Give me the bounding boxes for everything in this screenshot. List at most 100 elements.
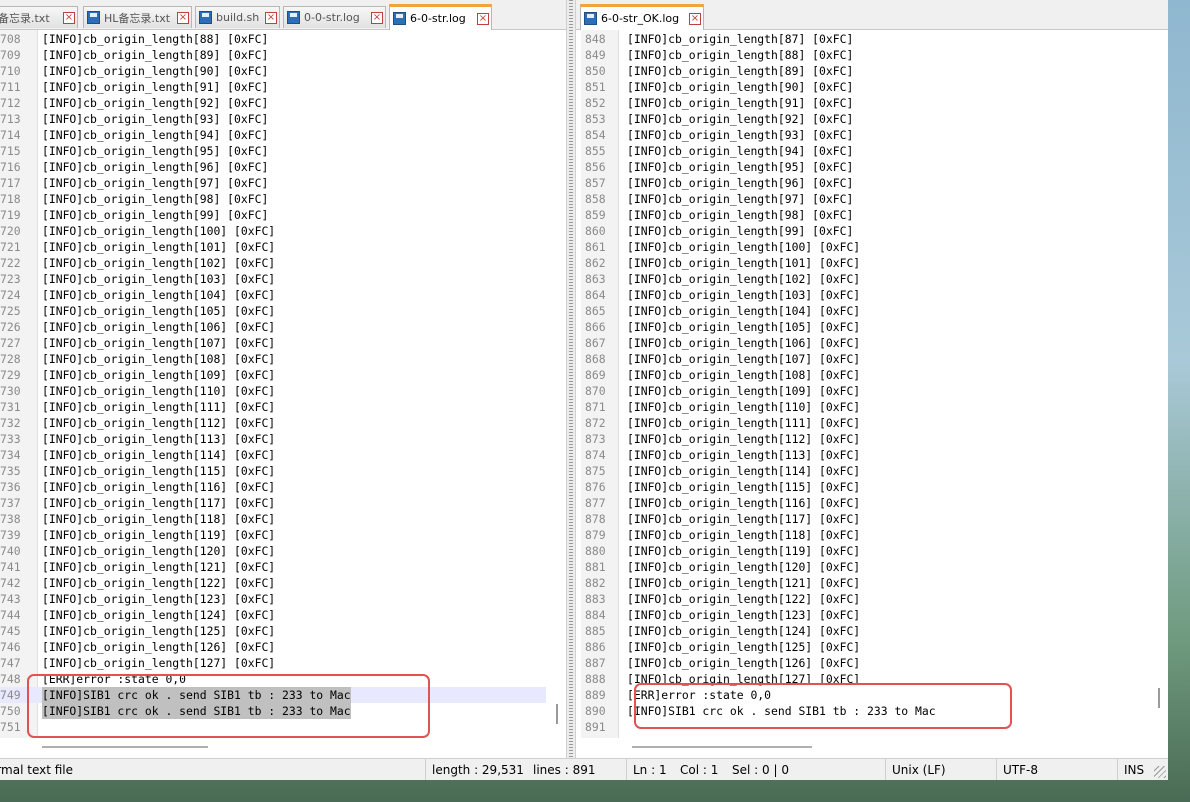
text-line[interactable]: 880 [INFO]cb_origin_length[119] [0xFC] <box>585 543 1148 559</box>
text-line[interactable]: 851 [INFO]cb_origin_length[90] [0xFC] <box>585 79 1148 95</box>
text-line[interactable]: 728 [INFO]cb_origin_length[108] [0xFC] <box>0 351 546 367</box>
left-hscroll-thumb[interactable] <box>42 746 208 748</box>
text-line[interactable]: 726 [INFO]cb_origin_length[106] [0xFC] <box>0 319 546 335</box>
text-line[interactable]: 716 [INFO]cb_origin_length[96] [0xFC] <box>0 159 546 175</box>
text-line[interactable]: 738 [INFO]cb_origin_length[118] [0xFC] <box>0 511 546 527</box>
status-encoding[interactable]: UTF-8 <box>996 759 1116 780</box>
text-line[interactable]: 866 [INFO]cb_origin_length[105] [0xFC] <box>585 319 1148 335</box>
right-vertical-scrollbar[interactable] <box>1151 30 1168 738</box>
text-line[interactable]: 740 [INFO]cb_origin_length[120] [0xFC] <box>0 543 546 559</box>
text-line[interactable]: 725 [INFO]cb_origin_length[105] [0xFC] <box>0 303 546 319</box>
text-line[interactable]: 887 [INFO]cb_origin_length[126] [0xFC] <box>585 655 1148 671</box>
text-line[interactable]: 708 [INFO]cb_origin_length[88] [0xFC] <box>0 31 546 47</box>
text-line[interactable]: 875 [INFO]cb_origin_length[114] [0xFC] <box>585 463 1148 479</box>
text-line[interactable]: 872 [INFO]cb_origin_length[111] [0xFC] <box>585 415 1148 431</box>
text-line[interactable]: 712 [INFO]cb_origin_length[92] [0xFC] <box>0 95 546 111</box>
text-line[interactable]: 855 [INFO]cb_origin_length[94] [0xFC] <box>585 143 1148 159</box>
text-line[interactable]: 713 [INFO]cb_origin_length[93] [0xFC] <box>0 111 546 127</box>
text-line[interactable]: 736 [INFO]cb_origin_length[116] [0xFC] <box>0 479 546 495</box>
text-line[interactable]: 720 [INFO]cb_origin_length[100] [0xFC] <box>0 223 546 239</box>
text-line[interactable]: 723 [INFO]cb_origin_length[103] [0xFC] <box>0 271 546 287</box>
text-line[interactable]: 850 [INFO]cb_origin_length[89] [0xFC] <box>585 63 1148 79</box>
text-line[interactable]: 863 [INFO]cb_origin_length[102] [0xFC] <box>585 271 1148 287</box>
text-line[interactable]: 849 [INFO]cb_origin_length[88] [0xFC] <box>585 47 1148 63</box>
text-line[interactable]: 730 [INFO]cb_origin_length[110] [0xFC] <box>0 383 546 399</box>
pane-splitter[interactable] <box>566 0 576 758</box>
text-line[interactable]: 709 [INFO]cb_origin_length[89] [0xFC] <box>0 47 546 63</box>
text-line[interactable]: 729 [INFO]cb_origin_length[109] [0xFC] <box>0 367 546 383</box>
text-line[interactable]: 717 [INFO]cb_origin_length[97] [0xFC] <box>0 175 546 191</box>
text-line[interactable]: 721 [INFO]cb_origin_length[101] [0xFC] <box>0 239 546 255</box>
text-line[interactable]: 876 [INFO]cb_origin_length[115] [0xFC] <box>585 479 1148 495</box>
text-line[interactable]: 743 [INFO]cb_origin_length[123] [0xFC] <box>0 591 546 607</box>
right-hscroll-thumb[interactable] <box>632 746 812 748</box>
left-tab-4[interactable]: 6-0-str.log × <box>389 4 492 30</box>
text-line[interactable]: 867 [INFO]cb_origin_length[106] [0xFC] <box>585 335 1148 351</box>
text-line[interactable]: 853 [INFO]cb_origin_length[92] [0xFC] <box>585 111 1148 127</box>
text-line[interactable]: 735 [INFO]cb_origin_length[115] [0xFC] <box>0 463 546 479</box>
text-line[interactable]: 856 [INFO]cb_origin_length[95] [0xFC] <box>585 159 1148 175</box>
text-line[interactable]: 731 [INFO]cb_origin_length[111] [0xFC] <box>0 399 546 415</box>
text-line[interactable]: 727 [INFO]cb_origin_length[107] [0xFC] <box>0 335 546 351</box>
text-line[interactable]: 885 [INFO]cb_origin_length[124] [0xFC] <box>585 623 1148 639</box>
text-line[interactable]: 710 [INFO]cb_origin_length[90] [0xFC] <box>0 63 546 79</box>
text-line[interactable]: 718 [INFO]cb_origin_length[98] [0xFC] <box>0 191 546 207</box>
left-tab-2[interactable]: build.sh × <box>195 6 280 28</box>
text-line[interactable]: 868 [INFO]cb_origin_length[107] [0xFC] <box>585 351 1148 367</box>
text-line[interactable]: 852 [INFO]cb_origin_length[91] [0xFC] <box>585 95 1148 111</box>
text-line[interactable]: 719 [INFO]cb_origin_length[99] [0xFC] <box>0 207 546 223</box>
text-line[interactable]: 877 [INFO]cb_origin_length[116] [0xFC] <box>585 495 1148 511</box>
text-line[interactable]: 864 [INFO]cb_origin_length[103] [0xFC] <box>585 287 1148 303</box>
text-line[interactable]: 869 [INFO]cb_origin_length[108] [0xFC] <box>585 367 1148 383</box>
close-icon[interactable]: × <box>689 12 701 25</box>
left-tab-3[interactable]: 0-0-str.log × <box>283 6 386 28</box>
right-text-area[interactable]: 848 [INFO]cb_origin_length[87] [0xFC] 849 [… <box>585 31 1168 738</box>
left-vertical-scrollbar[interactable] <box>549 30 566 738</box>
text-line[interactable]: 722 [INFO]cb_origin_length[102] [0xFC] <box>0 255 546 271</box>
text-line[interactable]: 711 [INFO]cb_origin_length[91] [0xFC] <box>0 79 546 95</box>
text-line[interactable]: 865 [INFO]cb_origin_length[104] [0xFC] <box>585 303 1148 319</box>
text-line[interactable]: 857 [INFO]cb_origin_length[96] [0xFC] <box>585 175 1148 191</box>
left-text-area[interactable]: 708 [INFO]cb_origin_length[88] [0xFC] 709 [… <box>0 31 566 738</box>
text-line[interactable]: 878 [INFO]cb_origin_length[117] [0xFC] <box>585 511 1148 527</box>
text-line[interactable]: 741 [INFO]cb_origin_length[121] [0xFC] <box>0 559 546 575</box>
text-line[interactable]: 714 [INFO]cb_origin_length[94] [0xFC] <box>0 127 546 143</box>
left-vscroll-thumb[interactable] <box>556 704 558 724</box>
text-line[interactable]: 858 [INFO]cb_origin_length[97] [0xFC] <box>585 191 1148 207</box>
close-icon[interactable]: × <box>371 11 383 24</box>
text-line[interactable]: 870 [INFO]cb_origin_length[109] [0xFC] <box>585 383 1148 399</box>
text-line[interactable]: 871 [INFO]cb_origin_length[110] [0xFC] <box>585 399 1148 415</box>
text-line[interactable]: 742 [INFO]cb_origin_length[122] [0xFC] <box>0 575 546 591</box>
text-line[interactable]: 854 [INFO]cb_origin_length[93] [0xFC] <box>585 127 1148 143</box>
text-line[interactable]: 732 [INFO]cb_origin_length[112] [0xFC] <box>0 415 546 431</box>
status-eol[interactable]: Unix (LF) <box>885 759 995 780</box>
right-vscroll-thumb[interactable] <box>1158 688 1160 708</box>
text-line[interactable]: 882 [INFO]cb_origin_length[121] [0xFC] <box>585 575 1148 591</box>
left-tab-0[interactable]: 备忘录.txt × <box>0 6 78 28</box>
text-line[interactable]: 745 [INFO]cb_origin_length[125] [0xFC] <box>0 623 546 639</box>
text-line[interactable]: 881 [INFO]cb_origin_length[120] [0xFC] <box>585 559 1148 575</box>
text-line[interactable]: 734 [INFO]cb_origin_length[114] [0xFC] <box>0 447 546 463</box>
text-line[interactable]: 733 [INFO]cb_origin_length[113] [0xFC] <box>0 431 546 447</box>
text-line[interactable]: 874 [INFO]cb_origin_length[113] [0xFC] <box>585 447 1148 463</box>
text-line[interactable]: 715 [INFO]cb_origin_length[95] [0xFC] <box>0 143 546 159</box>
left-horizontal-scrollbar[interactable] <box>0 738 566 758</box>
text-line[interactable]: 746 [INFO]cb_origin_length[126] [0xFC] <box>0 639 546 655</box>
close-icon[interactable]: × <box>63 11 75 24</box>
right-horizontal-scrollbar[interactable] <box>576 738 1168 758</box>
text-line[interactable]: 859 [INFO]cb_origin_length[98] [0xFC] <box>585 207 1148 223</box>
text-line[interactable]: 737 [INFO]cb_origin_length[117] [0xFC] <box>0 495 546 511</box>
text-line[interactable]: 724 [INFO]cb_origin_length[104] [0xFC] <box>0 287 546 303</box>
close-icon[interactable]: × <box>477 12 489 25</box>
text-line[interactable]: 873 [INFO]cb_origin_length[112] [0xFC] <box>585 431 1148 447</box>
text-line[interactable]: 747 [INFO]cb_origin_length[127] [0xFC] <box>0 655 546 671</box>
text-line[interactable]: 883 [INFO]cb_origin_length[122] [0xFC] <box>585 591 1148 607</box>
text-line[interactable]: 886 [INFO]cb_origin_length[125] [0xFC] <box>585 639 1148 655</box>
text-line[interactable]: 739 [INFO]cb_origin_length[119] [0xFC] <box>0 527 546 543</box>
right-tab-0[interactable]: 6-0-str_OK.log × <box>580 4 704 30</box>
text-line[interactable]: 879 [INFO]cb_origin_length[118] [0xFC] <box>585 527 1148 543</box>
text-line[interactable]: 884 [INFO]cb_origin_length[123] [0xFC] <box>585 607 1148 623</box>
text-line[interactable]: 862 [INFO]cb_origin_length[101] [0xFC] <box>585 255 1148 271</box>
text-line[interactable]: 848 [INFO]cb_origin_length[87] [0xFC] <box>585 31 1148 47</box>
close-icon[interactable]: × <box>265 11 277 24</box>
